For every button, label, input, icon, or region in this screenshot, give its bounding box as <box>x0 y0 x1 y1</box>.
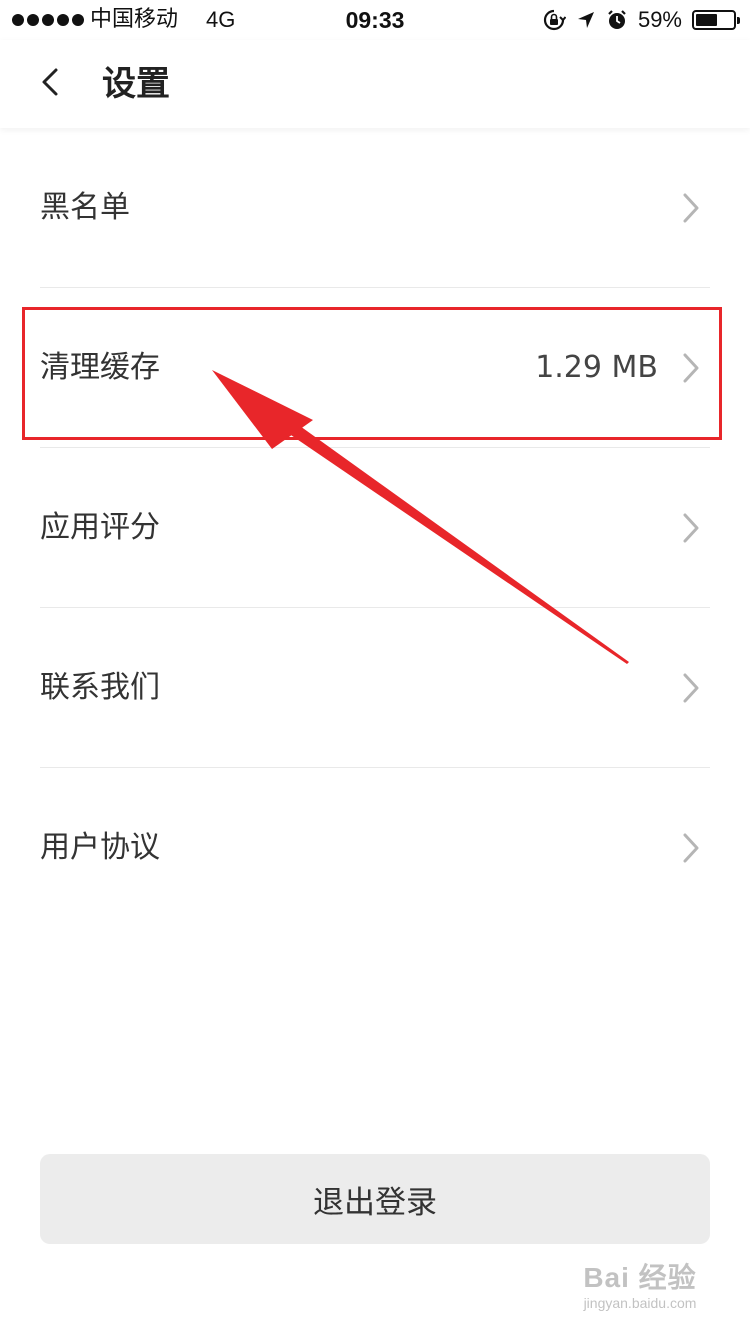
back-button[interactable] <box>24 58 76 110</box>
status-right-group: 59% <box>542 6 740 34</box>
settings-item-rate-app[interactable]: 应用评分 <box>0 448 750 608</box>
chevron-right-icon <box>682 352 700 384</box>
logout-button[interactable]: 退出登录 <box>40 1154 710 1244</box>
settings-item-contact-us[interactable]: 联系我们 <box>0 608 750 768</box>
chevron-right-icon <box>682 512 700 544</box>
rotation-lock-icon <box>542 8 566 32</box>
settings-item-label: 用户协议 <box>40 830 160 865</box>
settings-item-label: 清理缓存 <box>40 350 160 385</box>
location-arrow-icon <box>576 10 596 30</box>
chevron-right-icon <box>682 192 700 224</box>
settings-item-clear-cache[interactable]: 清理缓存 1.29 MB <box>0 288 750 448</box>
nav-bar: 设置 <box>0 40 750 128</box>
cache-size-value: 1.29 MB <box>535 350 658 385</box>
chevron-left-icon <box>39 67 61 101</box>
battery-icon <box>692 10 740 30</box>
settings-list: 黑名单 清理缓存 1.29 MB 应用评分 联系我们 用户协议 <box>0 128 750 928</box>
status-bar: 中国移动 4G 09:33 59% <box>0 0 750 40</box>
settings-item-label: 黑名单 <box>40 190 130 225</box>
chevron-right-icon <box>682 672 700 704</box>
page-title: 设置 <box>102 64 170 104</box>
settings-item-label: 应用评分 <box>40 510 160 545</box>
watermark-logo: Bai 经验 <box>583 1262 697 1293</box>
alarm-clock-icon <box>606 9 628 31</box>
chevron-right-icon <box>682 832 700 864</box>
watermark-url: jingyan.baidu.com <box>583 1295 697 1311</box>
battery-percent: 59% <box>637 7 682 32</box>
settings-item-blacklist[interactable]: 黑名单 <box>0 128 750 288</box>
settings-item-user-agreement[interactable]: 用户协议 <box>0 768 750 928</box>
baidu-jingyan-watermark: Bai 经验 jingyan.baidu.com <box>570 1262 710 1312</box>
settings-item-label: 联系我们 <box>40 670 160 705</box>
